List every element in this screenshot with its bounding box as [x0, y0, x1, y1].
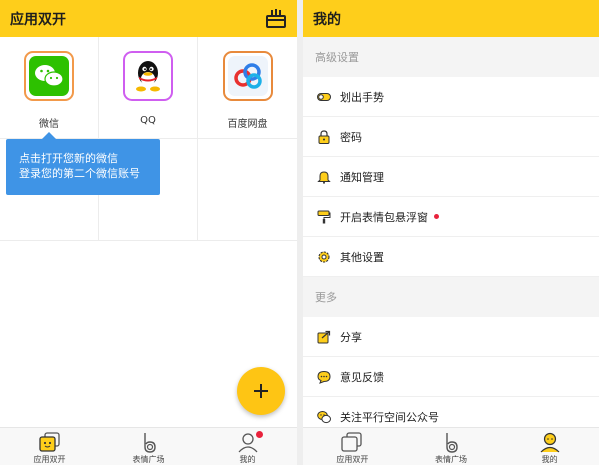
page-title: 我的	[313, 11, 341, 28]
bell-icon	[317, 170, 331, 184]
menu-label: 其他设置	[340, 250, 384, 264]
app-header: 应用双开	[0, 0, 297, 37]
app-tile-baidu-netdisk[interactable]: 百度网盘	[198, 37, 297, 139]
app-label: 百度网盘	[227, 119, 268, 130]
menu-item-password[interactable]: 密码	[303, 117, 599, 157]
bottom-tab-bar: 应用双开 表情广场 我的	[0, 427, 297, 465]
gear-icon	[318, 250, 330, 263]
dual-apps-icon	[341, 432, 362, 452]
bottom-tab-bar: 应用双开 表情广场 我的	[303, 427, 599, 465]
menu-label: 关注平行空间公众号	[340, 410, 439, 424]
menu-item-share[interactable]: 分享	[303, 317, 599, 357]
menu-label: 划出手势	[340, 90, 384, 104]
tab-label: 我的	[541, 455, 558, 464]
settings-list: 高级设置 划出手势 密码 通知管理 开启表情包悬浮窗 其他设置 更多 分享 意见…	[303, 37, 599, 437]
feedback-chat-icon	[317, 370, 331, 384]
baidu-netdisk-icon	[222, 51, 273, 101]
tab-dual-apps[interactable]: 应用双开	[0, 428, 99, 465]
menu-label: 通知管理	[340, 170, 384, 184]
tooltip[interactable]: 点击打开您新的微信 登录您的第二个微信账号	[6, 132, 160, 195]
dual-apps-icon	[38, 432, 60, 452]
menu-item-feedback[interactable]: 意见反馈	[303, 357, 599, 397]
tab-label: 应用双开	[336, 455, 369, 464]
tab-profile[interactable]: 我的	[198, 428, 297, 465]
app-tile-wechat[interactable]: 微信	[0, 37, 99, 139]
tab-emoji-square[interactable]: 表情广场	[402, 428, 501, 465]
menu-label: 分享	[340, 330, 362, 344]
qq-icon	[123, 51, 173, 101]
tab-label: 表情广场	[132, 455, 165, 464]
tab-label: 应用双开	[33, 455, 66, 464]
new-badge	[434, 214, 439, 219]
tab-dual-apps[interactable]: 应用双开	[303, 428, 402, 465]
section-header: 更多	[303, 277, 599, 317]
gesture-toggle-icon	[317, 92, 331, 101]
menu-item-other-settings[interactable]: 其他设置	[303, 237, 599, 277]
menu-label: 意见反馈	[340, 370, 384, 384]
menu-item-emoji-float[interactable]: 开启表情包悬浮窗	[303, 197, 599, 237]
shop-basket-icon[interactable]	[266, 8, 286, 28]
app-tile-qq[interactable]: QQ	[99, 37, 198, 139]
menu-label: 开启表情包悬浮窗	[340, 210, 428, 224]
plus-icon	[254, 384, 268, 398]
tab-emoji-square[interactable]: 表情广场	[99, 428, 198, 465]
lock-icon	[318, 129, 330, 144]
share-icon	[317, 330, 331, 343]
app-label: 微信	[39, 119, 59, 130]
wechat-icon	[24, 51, 74, 101]
emoji-square-icon	[143, 433, 156, 453]
notification-badge	[256, 431, 263, 438]
paint-roller-icon	[317, 210, 331, 223]
tooltip-line-2: 登录您的第二个微信账号	[19, 167, 140, 180]
section-header: 高级设置	[303, 37, 599, 77]
dual-apps-screen: 应用双开 微信 QQ 百度网盘 点击打开您新的微信 登录您的第二个微信账号 应用…	[0, 0, 297, 465]
menu-item-notifications[interactable]: 通知管理	[303, 157, 599, 197]
tooltip-arrow	[42, 132, 56, 139]
page-title: 应用双开	[10, 11, 66, 28]
empty-slot	[198, 139, 297, 241]
profile-screen: 我的 高级设置 划出手势 密码 通知管理 开启表情包悬浮窗 其他设置 更多 分享…	[303, 0, 599, 465]
menu-label: 密码	[340, 130, 362, 144]
app-label: QQ	[140, 115, 156, 126]
profile-icon	[540, 432, 560, 453]
menu-item-gesture[interactable]: 划出手势	[303, 77, 599, 117]
add-app-button[interactable]	[237, 367, 285, 415]
wechat-follow-icon	[317, 410, 331, 423]
tab-label: 我的	[239, 455, 256, 464]
app-header: 我的	[303, 0, 599, 37]
emoji-square-icon	[446, 433, 458, 453]
tooltip-line-1: 点击打开您新的微信	[19, 152, 118, 165]
tab-label: 表情广场	[435, 455, 467, 464]
tab-profile[interactable]: 我的	[500, 428, 599, 465]
